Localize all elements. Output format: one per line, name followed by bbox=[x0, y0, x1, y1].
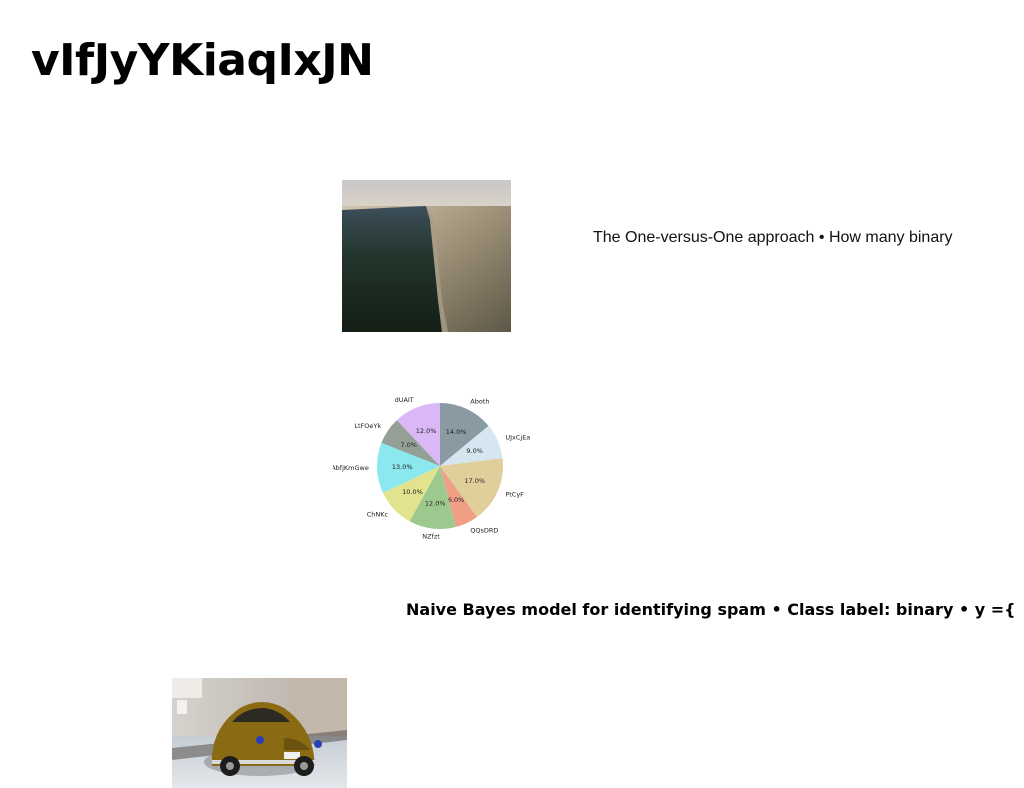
pie-category-label: QQsDRD bbox=[470, 526, 498, 534]
vintage-car-image bbox=[172, 678, 347, 788]
page-title: vIfJyYKiaqIxJN bbox=[31, 35, 374, 86]
pie-category-label: PtCyF bbox=[505, 490, 524, 498]
pie-value-label: 12.0% bbox=[416, 427, 437, 435]
pie-value-label: 12.0% bbox=[425, 500, 446, 508]
pie-category-label: LtFOeYk bbox=[354, 422, 381, 430]
pie-value-label: 7.0% bbox=[400, 441, 417, 449]
pie-category-label: Aboth bbox=[470, 398, 489, 406]
pie-category-label: dUAIT bbox=[395, 396, 414, 404]
caption-naive-bayes: Naive Bayes model for identifying spam •… bbox=[406, 600, 1016, 619]
pie-category-label: NZfzt bbox=[422, 533, 440, 541]
pie-value-label: 17.0% bbox=[464, 477, 485, 485]
pie-chart: 14.0% Aboth 9.0% UJxCjEa 17.0% PtCyF 6.0% QQsDR… bbox=[333, 374, 533, 564]
caption-one-vs-one: The One-versus-One approach • How many b… bbox=[593, 229, 953, 246]
pie-value-label: 14.0% bbox=[446, 428, 467, 436]
coastline-image bbox=[342, 180, 511, 332]
pie-category-label: UJxCjEa bbox=[505, 434, 530, 442]
pie-value-label: 9.0% bbox=[466, 447, 483, 455]
pie-category-label: ChNKc bbox=[367, 511, 389, 519]
pie-value-label: 6.0% bbox=[448, 496, 465, 504]
pie-value-label: 10.0% bbox=[402, 488, 423, 496]
pie-value-label: 13.0% bbox=[392, 463, 413, 471]
pie-category-label: AbfjKmGwe bbox=[333, 464, 369, 472]
